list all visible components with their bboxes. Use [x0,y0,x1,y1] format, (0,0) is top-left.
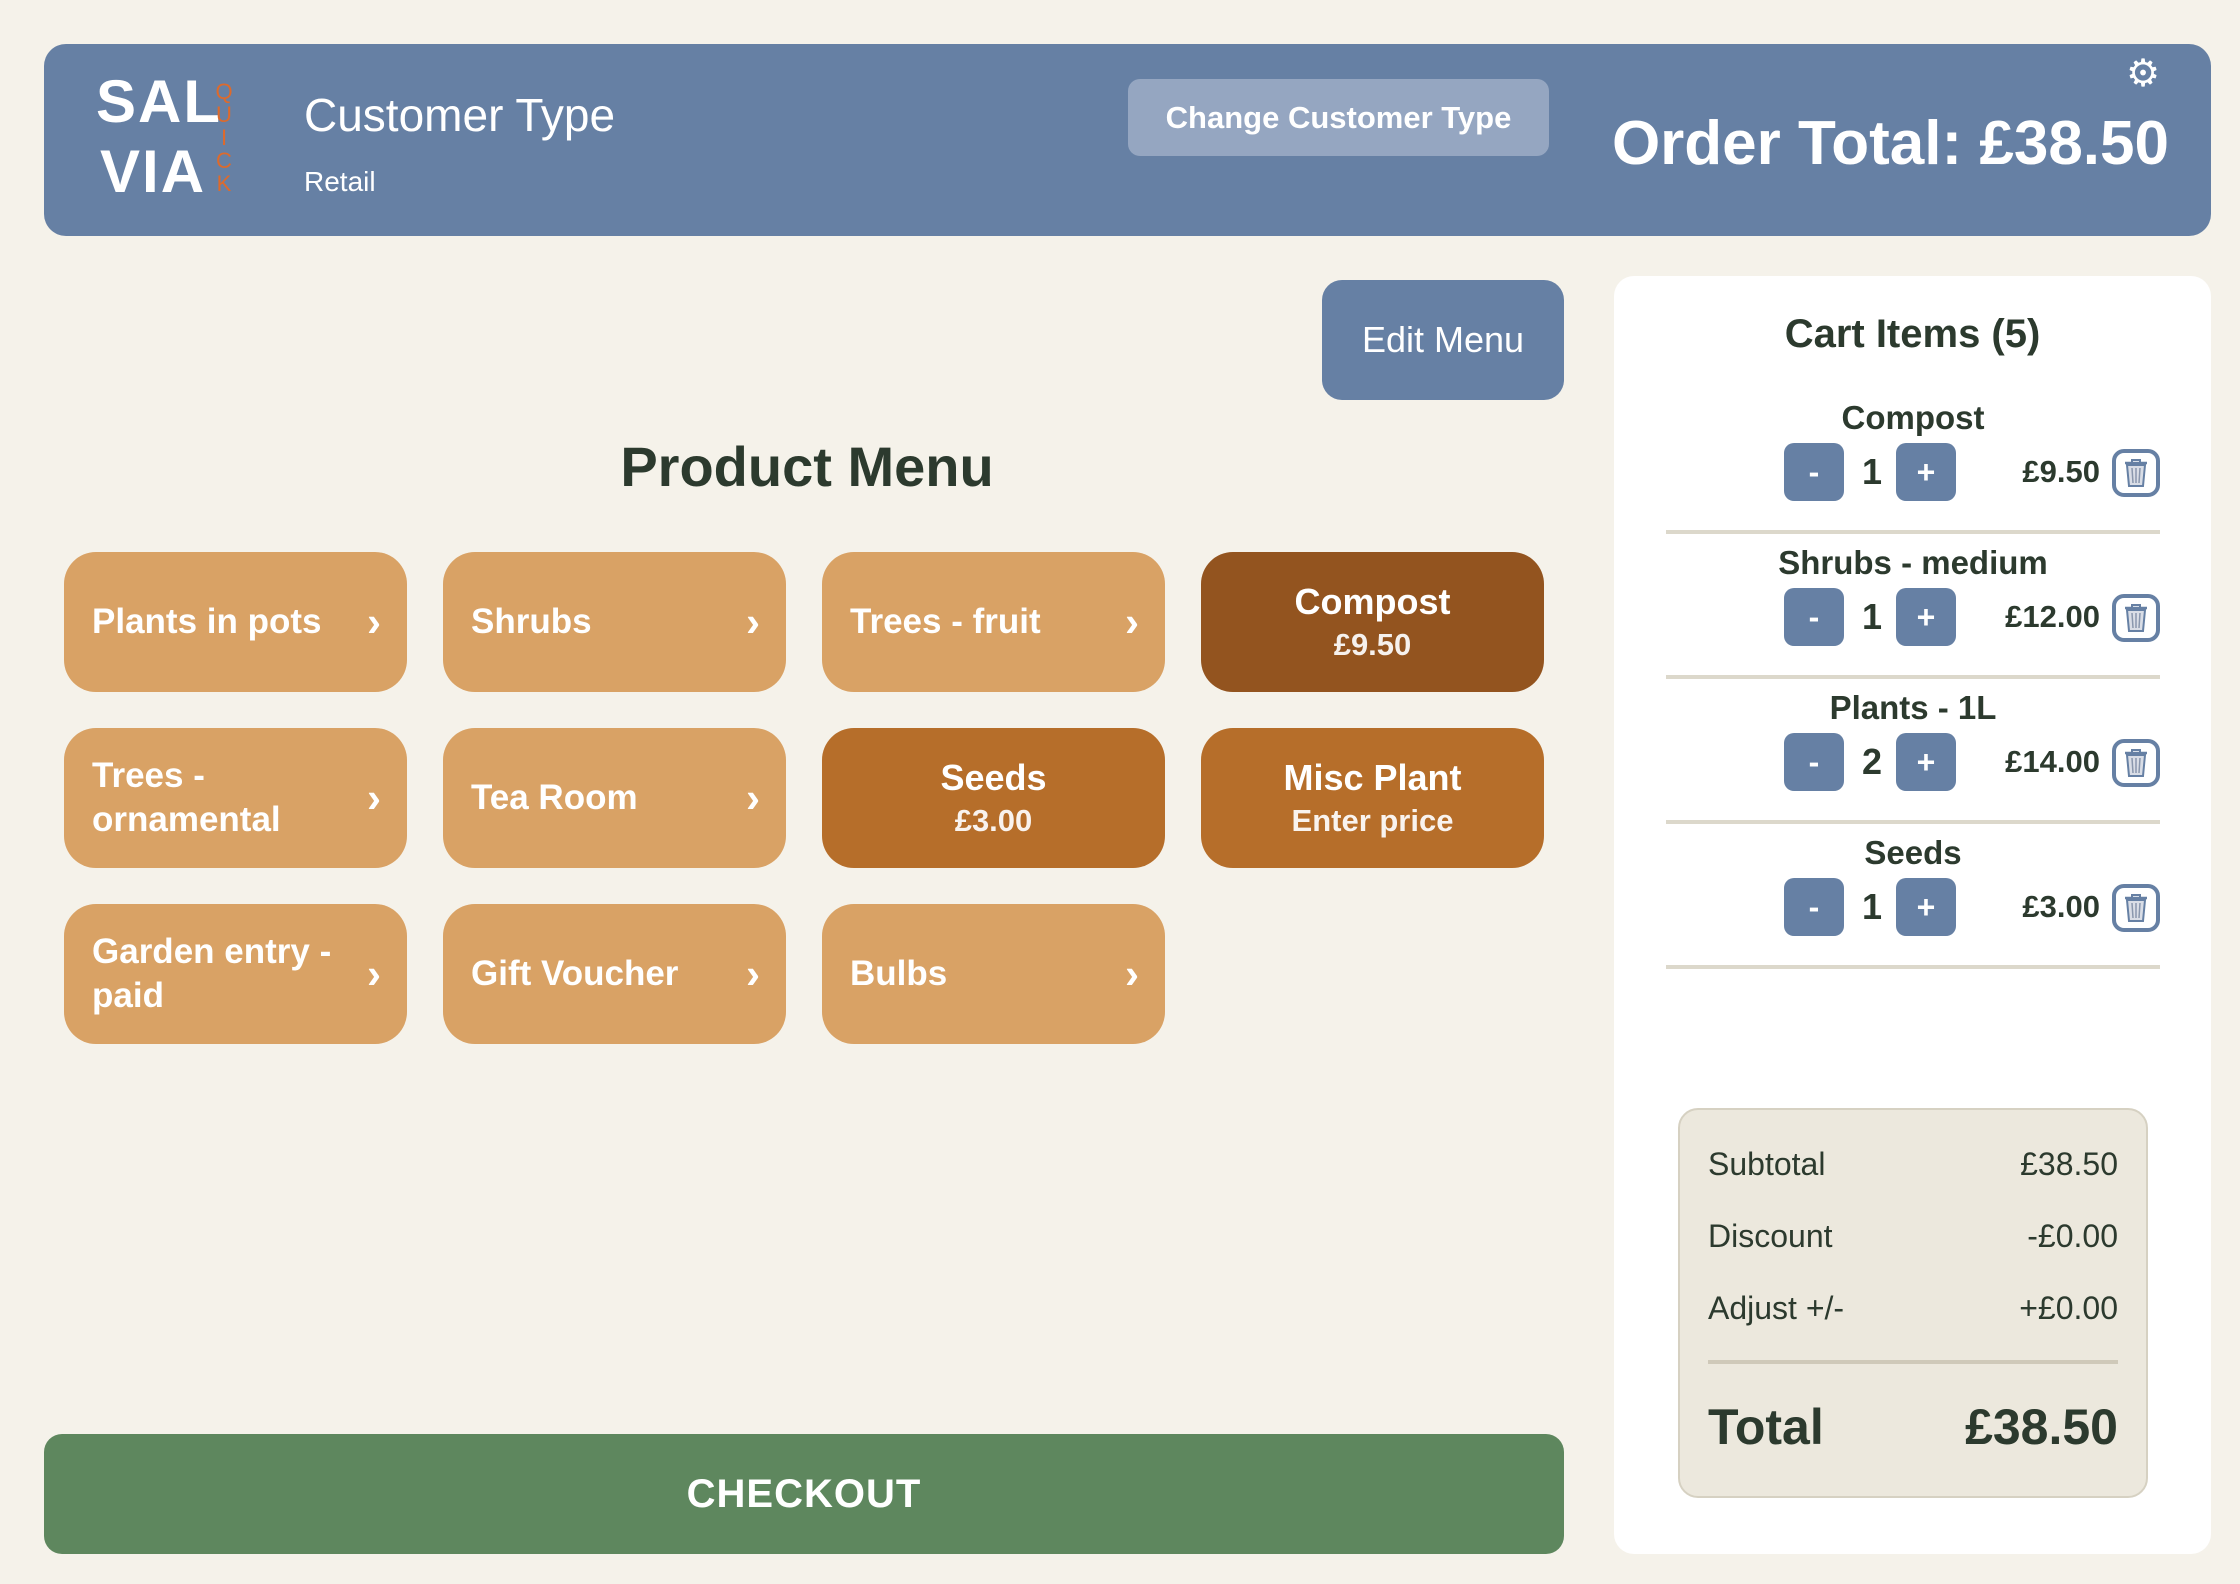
increase-qty-button[interactable]: + [1896,443,1956,501]
logo-line-2: VIA [100,138,207,205]
tile-price: Enter price [1291,803,1454,838]
trash-icon[interactable] [2112,449,2160,497]
decrease-qty-button[interactable]: - [1784,878,1844,936]
cart-item-qty: 1 [1861,886,1883,927]
tile-label: Trees - fruit [850,602,1041,641]
product-menu-title: Product Menu [620,435,994,498]
tile-content: Compost £9.50 [1201,579,1544,665]
summary-divider [1708,1360,2118,1364]
category-tile-gift-voucher[interactable]: Gift Voucher › [443,904,786,1044]
change-customer-type-button[interactable]: Change Customer Type [1128,79,1549,156]
cart-item-qty: 1 [1861,451,1883,492]
category-tile-garden-entry-paid[interactable]: Garden entry - paid › [64,904,407,1044]
cart-item: Shrubs - medium -1 + £12.00 [1666,534,2160,679]
app-header: SAL VIA QUICK Customer Type Retail Chang… [44,44,2211,236]
cart-item-price: £9.50 [2022,454,2100,489]
total-value: £38.50 [1965,1399,2118,1455]
cart-item-name: Compost [1841,399,1985,436]
tile-label: Bulbs [850,954,948,993]
discount-value: -£0.00 [2027,1218,2118,1254]
cart-item-name: Seeds [1864,834,1962,871]
logo-letter: U [216,102,232,127]
adjust-value: +£0.00 [2019,1290,2118,1326]
cart-item-price: £12.00 [2005,599,2100,634]
order-summary: Subtotal £38.50 Discount -£0.00 Adjust +… [1678,1108,2148,1498]
checkout-button[interactable]: CHECKOUT [44,1434,1564,1554]
chevron-right-icon: › [367,774,381,821]
tile-label: Compost [1294,581,1451,622]
product-tile-misc-plant[interactable]: Misc Plant Enter price [1201,728,1544,868]
increase-qty-button[interactable]: + [1896,588,1956,646]
cart-item-price: £14.00 [2005,744,2100,779]
cart-item-price: £3.00 [2022,889,2100,924]
tile-price: £9.50 [1333,627,1412,662]
product-tile-seeds[interactable]: Seeds £3.00 [822,728,1165,868]
total-row: Total £38.50 [1708,1398,2118,1456]
tile-content: Seeds £3.00 [822,755,1165,841]
logo-letter: Q [215,79,233,104]
subtotal-row: Subtotal £38.50 [1708,1146,2118,1183]
adjust-label: Adjust +/- [1708,1290,1845,1326]
tile-label: Trees - ornamental [92,756,281,839]
subtotal-value: £38.50 [2020,1146,2118,1182]
tile-label: Seeds [940,757,1047,798]
chevron-right-icon: › [746,774,760,821]
cart-item-name: Shrubs - medium [1778,544,2048,581]
chevron-right-icon: › [367,598,381,645]
category-tile-trees-fruit[interactable]: Trees - fruit › [822,552,1165,692]
cart-item: Plants - 1L -2 + £14.00 [1666,679,2160,824]
increase-qty-button[interactable]: + [1896,878,1956,936]
chevron-right-icon: › [746,950,760,997]
tile-label: Shrubs [471,602,592,641]
chevron-right-icon: › [1125,950,1139,997]
tile-label: Garden entry - paid [92,932,332,1015]
chevron-right-icon: › [1125,598,1139,645]
tile-label: Plants in pots [92,602,322,641]
logo-letter: I [220,125,228,150]
cart-item-name: Plants - 1L [1829,689,1997,726]
trash-icon[interactable] [2112,594,2160,642]
product-tile-compost[interactable]: Compost £9.50 [1201,552,1544,692]
cart-title: Cart Items (5) [1784,312,2041,356]
discount-label: Discount [1708,1218,1833,1254]
discount-row[interactable]: Discount -£0.00 [1708,1218,2118,1255]
logo-letter: K [216,171,232,196]
trash-icon[interactable] [2112,739,2160,787]
subtotal-label: Subtotal [1708,1146,1826,1182]
gear-icon[interactable]: ⚙ [2123,54,2163,94]
category-tile-plants-in-pots[interactable]: Plants in pots › [64,552,407,692]
increase-qty-button[interactable]: + [1896,733,1956,791]
cart-item-qty: 2 [1861,741,1883,782]
chevron-right-icon: › [746,598,760,645]
customer-type-value: Retail [304,166,376,197]
edit-menu-button[interactable]: Edit Menu [1322,280,1564,400]
category-tile-trees-ornamental[interactable]: Trees - ornamental › [64,728,407,868]
logo-line-1: SAL [96,68,222,135]
decrease-qty-button[interactable]: - [1784,588,1844,646]
trash-icon[interactable] [2112,884,2160,932]
tile-content: Misc Plant Enter price [1201,755,1544,841]
category-tile-shrubs[interactable]: Shrubs › [443,552,786,692]
cart-item: Seeds -1 + £3.00 [1666,824,2160,969]
tile-label: Gift Voucher [471,954,679,993]
total-label: Total [1708,1399,1824,1455]
salvia-logo: SAL VIA QUICK [96,72,236,212]
category-tile-bulbs[interactable]: Bulbs › [822,904,1165,1044]
adjust-row[interactable]: Adjust +/- +£0.00 [1708,1290,2118,1327]
cart-panel: Cart Items (5) Compost -1 + £9.50 Shrubs - m… [1614,276,2211,1554]
tile-label: Misc Plant [1283,757,1462,798]
customer-type-title: Customer Type [304,89,616,141]
cart-item-qty: 1 [1861,596,1883,637]
tile-price: £3.00 [954,803,1033,838]
decrease-qty-button[interactable]: - [1784,443,1844,501]
logo-quick-vertical: QUICK [214,80,234,195]
order-total: Order Total: £38.50 [1611,109,2169,178]
decrease-qty-button[interactable]: - [1784,733,1844,791]
logo-letter: C [216,148,232,173]
tile-label: Tea Room [471,778,638,817]
cart-item: Compost -1 + £9.50 [1666,389,2160,534]
category-tile-tea-room[interactable]: Tea Room › [443,728,786,868]
chevron-right-icon: › [367,950,381,997]
